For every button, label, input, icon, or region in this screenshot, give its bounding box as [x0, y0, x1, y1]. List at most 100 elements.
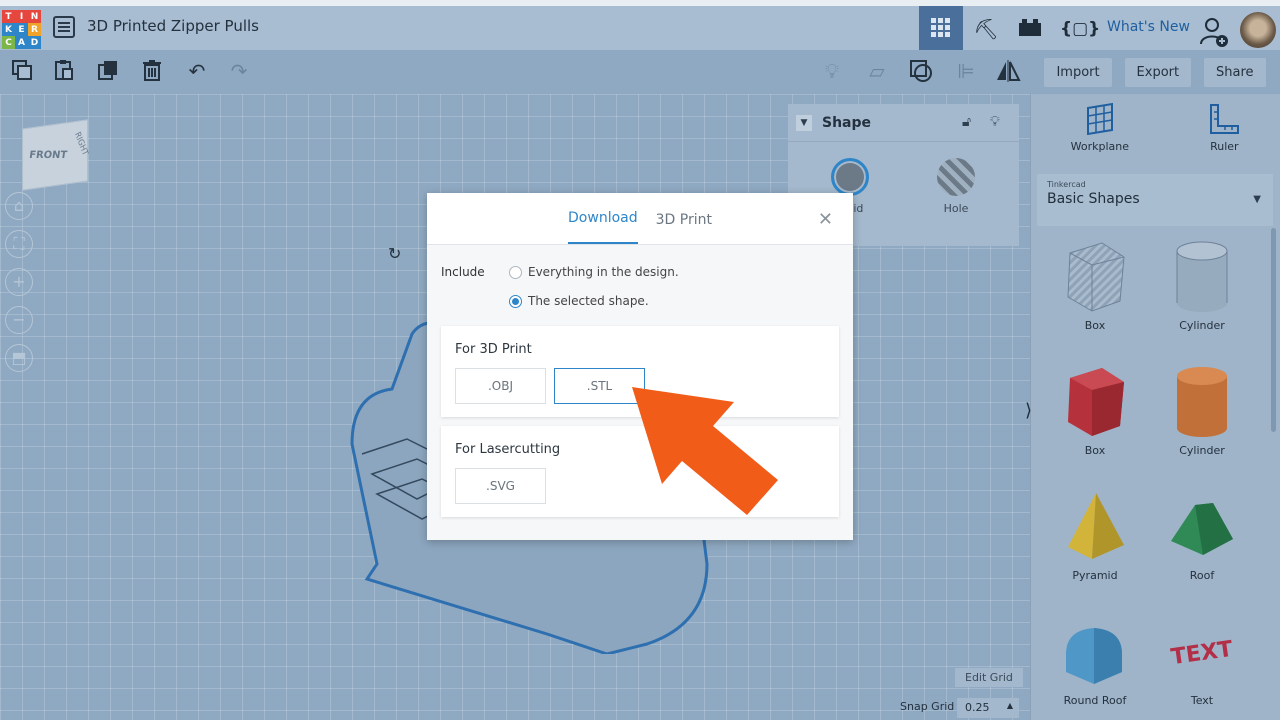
pickaxe-icon[interactable]: ⛏ [971, 14, 1001, 44]
include-everything-option[interactable]: Everything in the design. [509, 265, 679, 279]
edit-toolbar: ↶ ↷ 💡︎ ▱ ⊫ [0, 50, 1030, 94]
library-item-box[interactable]: Box [1045, 239, 1145, 332]
shape-library: Workplane Ruler Tinkercad Basic Shapes ▼… [1030, 94, 1280, 720]
svg-text:TEXT: TEXT [1169, 637, 1234, 670]
grid-icon [931, 18, 951, 38]
duplicate-icon[interactable] [95, 58, 121, 84]
light-icon[interactable]: 💡︎ [990, 114, 1000, 130]
design-menu-icon[interactable] [53, 16, 75, 38]
include-label: Include [441, 265, 485, 279]
library-item-label: Roof [1189, 569, 1215, 582]
obj-button[interactable]: .OBJ [455, 368, 546, 404]
cylinder-orange-icon [1169, 364, 1235, 438]
hole-swatch [937, 158, 975, 196]
workplane-tool[interactable]: Workplane [1071, 102, 1129, 164]
codeblocks-icon[interactable]: {▢} [1060, 14, 1100, 44]
include-selected-option[interactable]: The selected shape. [509, 294, 649, 308]
ortho-view-icon[interactable]: ⬒ [5, 344, 33, 372]
inspector-title: Shape [822, 114, 872, 131]
library-source: Tinkercad [1047, 180, 1086, 189]
library-item-pyramid[interactable]: Pyramid [1045, 489, 1145, 582]
collapse-library-icon[interactable]: ⟩ [1025, 400, 1032, 421]
trash-icon[interactable] [139, 58, 165, 84]
document-title[interactable]: 3D Printed Zipper Pulls [87, 17, 259, 35]
hole-option[interactable]: Hole [916, 158, 996, 215]
user-avatar[interactable] [1240, 12, 1276, 48]
library-item-box[interactable]: Box [1045, 364, 1145, 457]
library-item-cylinder[interactable]: Cylinder [1152, 364, 1252, 457]
zoom-out-icon[interactable]: − [5, 306, 33, 334]
round-roof-icon [1062, 614, 1128, 688]
rotate-handle-icon[interactable]: ↻ [388, 244, 401, 263]
undo-icon[interactable]: ↶ [184, 58, 210, 84]
logo-letter: E [15, 23, 28, 36]
view-cube[interactable]: FRONT RIGHT [22, 119, 91, 191]
tab-download[interactable]: Download [568, 210, 638, 244]
logo-letter: C [2, 36, 15, 49]
radio-selected[interactable] [509, 294, 522, 308]
library-item-cylinder[interactable]: Cylinder [1152, 239, 1252, 332]
radio-everything[interactable] [509, 265, 522, 279]
chevron-down-icon: ▼ [1253, 194, 1261, 205]
library-item-roof[interactable]: Roof [1152, 489, 1252, 582]
logo-letter: N [28, 10, 41, 23]
library-item-label: Box [1084, 444, 1106, 457]
library-item-label: Box [1084, 319, 1106, 332]
snap-grid-label: Snap Grid [900, 700, 955, 713]
view-cube-right-label: RIGHT [73, 130, 91, 158]
text-icon: TEXT [1169, 614, 1235, 688]
close-icon[interactable]: ✕ [818, 209, 833, 230]
logo-letter: R [28, 23, 41, 36]
dialog-tabs: Download 3D Print [427, 193, 853, 245]
note-icon[interactable]: ▱ [864, 58, 890, 84]
edit-grid-button[interactable]: Edit Grid [955, 668, 1023, 687]
shape-grid: Box Cylinder Box Cylinder Pyramid Roof Round R… [1031, 239, 1271, 720]
ruler-tool[interactable]: Ruler [1208, 102, 1240, 164]
library-item-text[interactable]: TEXT Text [1152, 614, 1252, 707]
svg-button[interactable]: .SVG [455, 468, 546, 504]
stepper-icon: ▲ [1006, 701, 1013, 710]
cylinder-striped-icon [1169, 239, 1235, 313]
pointer-arrow-annotation [632, 387, 778, 515]
tinkercad-logo[interactable]: TINKERCAD [2, 10, 41, 49]
box-red-icon [1062, 364, 1128, 438]
library-scrollbar[interactable] [1271, 228, 1276, 432]
align-icon[interactable]: ⊫ [953, 58, 979, 84]
home-view-icon[interactable]: ⌂ [5, 192, 33, 220]
collapse-inspector-icon[interactable]: ▼ [796, 114, 812, 131]
export-button[interactable]: Export [1124, 57, 1192, 87]
snap-grid-value: 0.25 [965, 701, 990, 714]
workplane-icon [1071, 102, 1129, 140]
library-item-label: Cylinder [1179, 319, 1225, 332]
library-item-round-roof[interactable]: Round Roof [1045, 614, 1145, 707]
file-actions: Import Export Share [1030, 50, 1280, 94]
tab-3d-print[interactable]: 3D Print [656, 212, 712, 244]
whats-new-link[interactable]: What's New [1107, 19, 1190, 35]
copy-icon[interactable] [9, 58, 35, 84]
library-item-label: Pyramid [1072, 569, 1118, 582]
roof-icon [1169, 489, 1235, 563]
add-user-icon[interactable] [1199, 16, 1229, 47]
import-button[interactable]: Import [1044, 57, 1112, 87]
pyramid-icon [1062, 489, 1128, 563]
zoom-in-icon[interactable]: + [5, 268, 33, 296]
bricks-icon[interactable] [1015, 14, 1045, 44]
include-selected-label: The selected shape. [528, 294, 649, 308]
3d-design-view-button[interactable] [919, 6, 963, 50]
mirror-icon[interactable] [995, 58, 1021, 84]
lock-icon[interactable]: 🔓︎ [962, 114, 971, 130]
ruler-icon [1208, 102, 1240, 140]
paste-icon[interactable] [51, 58, 77, 84]
include-everything-label: Everything in the design. [528, 265, 679, 279]
group-icon[interactable] [908, 58, 934, 84]
library-item-label: Text [1190, 694, 1214, 707]
top-bar: TINKERCAD 3D Printed Zipper Pulls ⛏ {▢} … [0, 0, 1280, 50]
redo-icon[interactable]: ↷ [226, 58, 252, 84]
print-section-title: For 3D Print [455, 342, 532, 357]
share-button[interactable]: Share [1204, 57, 1266, 87]
shape-category-select[interactable]: Tinkercad Basic Shapes ▼ [1037, 174, 1273, 226]
logo-letter: D [28, 36, 41, 49]
fit-view-icon[interactable]: ⛶ [5, 230, 33, 258]
snap-grid-select[interactable]: 0.25 ▲ [957, 698, 1019, 718]
lightbulb-icon[interactable]: 💡︎ [819, 58, 845, 84]
